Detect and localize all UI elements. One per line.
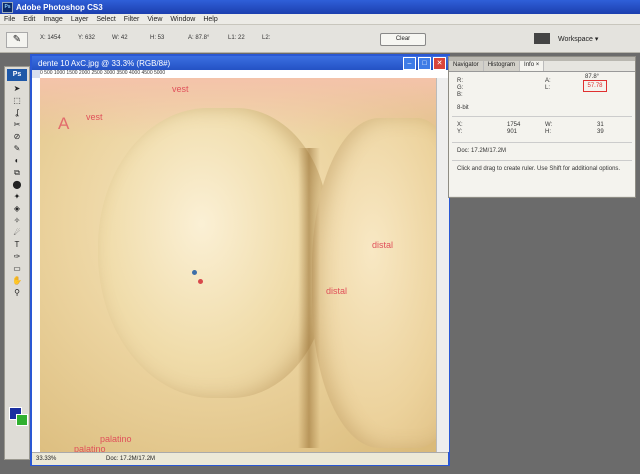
y-value: 901 bbox=[507, 129, 518, 135]
tab-navigator[interactable]: Navigator bbox=[449, 61, 484, 71]
b-label: B: bbox=[457, 92, 463, 98]
menu-select[interactable]: Select bbox=[92, 16, 119, 23]
tab-info[interactable]: Info × bbox=[520, 61, 545, 71]
ruler-hint: Click and drag to create ruler. Use Shif… bbox=[457, 166, 621, 172]
menu-filter[interactable]: Filter bbox=[120, 16, 144, 23]
angle-label: A: bbox=[545, 78, 551, 84]
move-tool-icon[interactable]: ➤ bbox=[7, 83, 27, 94]
lasso-tool-icon[interactable]: ʆ bbox=[7, 107, 27, 118]
path-tool-icon[interactable]: ✑ bbox=[7, 251, 27, 262]
l2-field: L2: bbox=[262, 35, 271, 41]
angle-field: A: 87.8° bbox=[188, 35, 210, 41]
history-tool-icon[interactable]: ⧉ bbox=[7, 167, 27, 178]
menu-image[interactable]: Image bbox=[39, 16, 66, 23]
brush-tool-icon[interactable]: ✎ bbox=[7, 143, 27, 154]
length-label: L: bbox=[545, 85, 551, 91]
fill-tool-icon[interactable]: ✦ bbox=[7, 191, 27, 202]
label-distal-right: distal bbox=[372, 240, 394, 250]
ruler-point-start bbox=[192, 270, 197, 275]
h-label: H: bbox=[545, 129, 551, 135]
photoshop-icon: Ps bbox=[2, 1, 13, 13]
label-vest-left: vest bbox=[86, 112, 103, 122]
h-field: H: 53 bbox=[150, 35, 165, 41]
shape-tool-icon[interactable]: ▭ bbox=[7, 263, 27, 274]
ps-badge: Ps bbox=[7, 69, 27, 81]
pen-tool-icon[interactable]: ☄ bbox=[7, 227, 27, 238]
menu-file[interactable]: File bbox=[0, 16, 19, 23]
document-title-bar[interactable]: dente 10 AxC.jpg @ 33.3% (RGB/8#) – □ ✕ bbox=[32, 56, 448, 70]
clear-button[interactable]: Clear bbox=[380, 33, 426, 46]
ruler-point-end bbox=[198, 279, 203, 284]
doc-size: Doc: 17.2M/17.2M bbox=[106, 456, 156, 462]
background-color-swatch[interactable] bbox=[16, 414, 28, 426]
workspace-icon bbox=[534, 33, 550, 44]
divider-3 bbox=[452, 160, 632, 161]
zoom-level[interactable]: 33.33% bbox=[32, 456, 76, 462]
panel-tabs: Navigator Histogram Info × bbox=[449, 61, 635, 72]
y-field: Y: 632 bbox=[78, 35, 96, 41]
minimize-icon[interactable]: – bbox=[403, 56, 416, 70]
options-bar: ✎ X: 1454 Y: 632 W: 42 H: 53 A: 87.8° L1… bbox=[0, 25, 640, 53]
app-title-bar: Ps Adobe Photoshop CS3 bbox=[0, 0, 640, 14]
w-field: W: 42 bbox=[112, 35, 128, 41]
x-value: 1754 bbox=[507, 122, 521, 128]
divider-2 bbox=[452, 142, 632, 143]
doc-line: Doc: 17.2M/17.2M bbox=[457, 148, 507, 154]
label-palatino-2: palatino bbox=[74, 444, 106, 452]
x-label: X: bbox=[457, 122, 463, 128]
menu-view[interactable]: View bbox=[143, 16, 166, 23]
marquee-tool-icon[interactable]: ⬚ bbox=[7, 95, 27, 106]
workspace-menu[interactable]: Workspace ▾ bbox=[558, 35, 598, 43]
crop-tool-icon[interactable]: ✂ bbox=[7, 119, 27, 130]
menu-bar: File Edit Image Layer Select Filter View… bbox=[0, 14, 640, 25]
menu-layer[interactable]: Layer bbox=[67, 16, 93, 23]
g-label: G: bbox=[457, 85, 464, 91]
hand-tool-icon[interactable]: ✋ bbox=[7, 275, 27, 286]
menu-window[interactable]: Window bbox=[166, 16, 199, 23]
w-value: 31 bbox=[597, 122, 604, 128]
w-label: W: bbox=[545, 122, 553, 128]
info-panel: Navigator Histogram Info × R: G: B: A: 8… bbox=[448, 56, 636, 198]
info-body: R: G: B: A: 87.8° L: 57.78 8-bit X: 1754… bbox=[449, 72, 635, 196]
maximize-icon[interactable]: □ bbox=[418, 56, 431, 70]
label-palatino-1: palatino bbox=[100, 434, 132, 444]
document-status-bar: 33.33% Doc: 17.2M/17.2M bbox=[32, 452, 448, 465]
image-canvas[interactable]: A vest vest distal distal palatino palat… bbox=[40, 78, 436, 452]
type-tool-icon[interactable]: T bbox=[7, 239, 27, 250]
ruler-tool-icon[interactable]: ✎ bbox=[6, 32, 28, 48]
divider bbox=[452, 116, 632, 117]
tooth-right bbox=[312, 118, 436, 448]
dodge-tool-icon[interactable]: ✧ bbox=[7, 215, 27, 226]
close-icon[interactable]: ✕ bbox=[433, 56, 446, 70]
interproximal-gap bbox=[298, 148, 320, 448]
zoom-tool-icon[interactable]: ⚲ bbox=[7, 287, 27, 298]
x-field: X: 1454 bbox=[40, 35, 61, 41]
document-window: dente 10 AxC.jpg @ 33.3% (RGB/8#) – □ ✕ … bbox=[30, 54, 450, 466]
heal-tool-icon[interactable]: ⊘ bbox=[7, 131, 27, 142]
label-distal-center: distal bbox=[326, 286, 348, 296]
document-title: dente 10 AxC.jpg @ 33.3% (RGB/8#) bbox=[38, 58, 171, 68]
r-label: R: bbox=[457, 78, 463, 84]
y-label: Y: bbox=[457, 129, 463, 135]
tools-panel: Ps ➤ ⬚ ʆ ✂ ⊘ ✎ ◐ ⧉ ⬤ ✦ ◈ ✧ ☄ T ✑ ▭ ✋ ⚲ bbox=[4, 66, 30, 460]
app-title: Adobe Photoshop CS3 bbox=[16, 2, 103, 12]
tab-histogram[interactable]: Histogram bbox=[483, 61, 521, 71]
eraser-tool-icon[interactable]: ⬤ bbox=[7, 179, 27, 190]
l1-field: L1: 22 bbox=[228, 35, 245, 41]
tooth-left bbox=[98, 108, 328, 398]
label-a: A bbox=[58, 114, 70, 133]
stamp-tool-icon[interactable]: ◐ bbox=[7, 155, 27, 166]
menu-help[interactable]: Help bbox=[199, 16, 221, 23]
blur-tool-icon[interactable]: ◈ bbox=[7, 203, 27, 214]
label-vest-top: vest bbox=[172, 84, 189, 94]
menu-edit[interactable]: Edit bbox=[19, 16, 39, 23]
length-value-highlight: 57.78 bbox=[583, 80, 607, 92]
h-value: 39 bbox=[597, 129, 604, 135]
bit-depth: 8-bit bbox=[457, 105, 469, 111]
